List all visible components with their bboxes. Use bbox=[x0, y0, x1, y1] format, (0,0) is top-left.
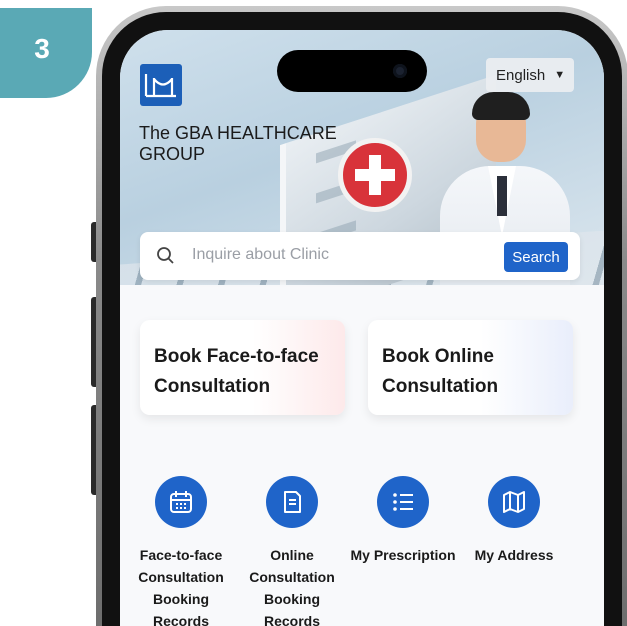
action-label: My Prescription bbox=[350, 547, 456, 563]
search-icon bbox=[157, 247, 174, 264]
document-icon bbox=[266, 476, 318, 528]
action-my-prescription[interactable]: My Prescription bbox=[347, 476, 459, 566]
language-label: English bbox=[496, 66, 546, 84]
calendar-icon bbox=[155, 476, 207, 528]
action-face-to-face-records[interactable]: Face-to-face Consultation Booking Record… bbox=[125, 476, 237, 626]
map-icon bbox=[488, 476, 540, 528]
brand-logo bbox=[140, 64, 182, 106]
action-label: Online Consultation Booking Records bbox=[249, 547, 335, 626]
camera-icon bbox=[393, 64, 407, 78]
action-online-records[interactable]: Online Consultation Booking Records bbox=[236, 476, 348, 626]
action-label: Face-to-face Consultation Booking Record… bbox=[138, 547, 224, 626]
book-online-card[interactable]: Book Online Consultation bbox=[368, 320, 573, 415]
brand-name: The GBA HEALTHCARE GROUP bbox=[139, 123, 337, 164]
phone-bezel: The GBA HEALTHCARE GROUP English ▼ Inqui… bbox=[102, 12, 622, 626]
search-input[interactable]: Inquire about Clinic bbox=[192, 246, 329, 264]
search-button[interactable]: Search bbox=[504, 242, 568, 272]
phone-frame: The GBA HEALTHCARE GROUP English ▼ Inqui… bbox=[96, 6, 627, 626]
clinic-search-bar: Inquire about Clinic Search bbox=[140, 232, 580, 280]
stage: 3 The GBA HEALTHCARE GROUP English ▼ Inq… bbox=[0, 0, 627, 626]
caret-down-icon: ▼ bbox=[554, 69, 566, 81]
step-badge: 3 bbox=[0, 8, 92, 98]
list-icon bbox=[377, 476, 429, 528]
step-number: 3 bbox=[34, 33, 50, 64]
book-face-to-face-card[interactable]: Book Face-to-face Consultation bbox=[140, 320, 345, 415]
language-selector[interactable]: English ▼ bbox=[486, 58, 574, 92]
dynamic-island bbox=[277, 50, 427, 92]
action-label: My Address bbox=[474, 547, 554, 563]
app-screen: The GBA HEALTHCARE GROUP English ▼ Inqui… bbox=[120, 30, 604, 626]
bridge-icon bbox=[144, 74, 176, 98]
action-my-address[interactable]: My Address bbox=[458, 476, 570, 566]
